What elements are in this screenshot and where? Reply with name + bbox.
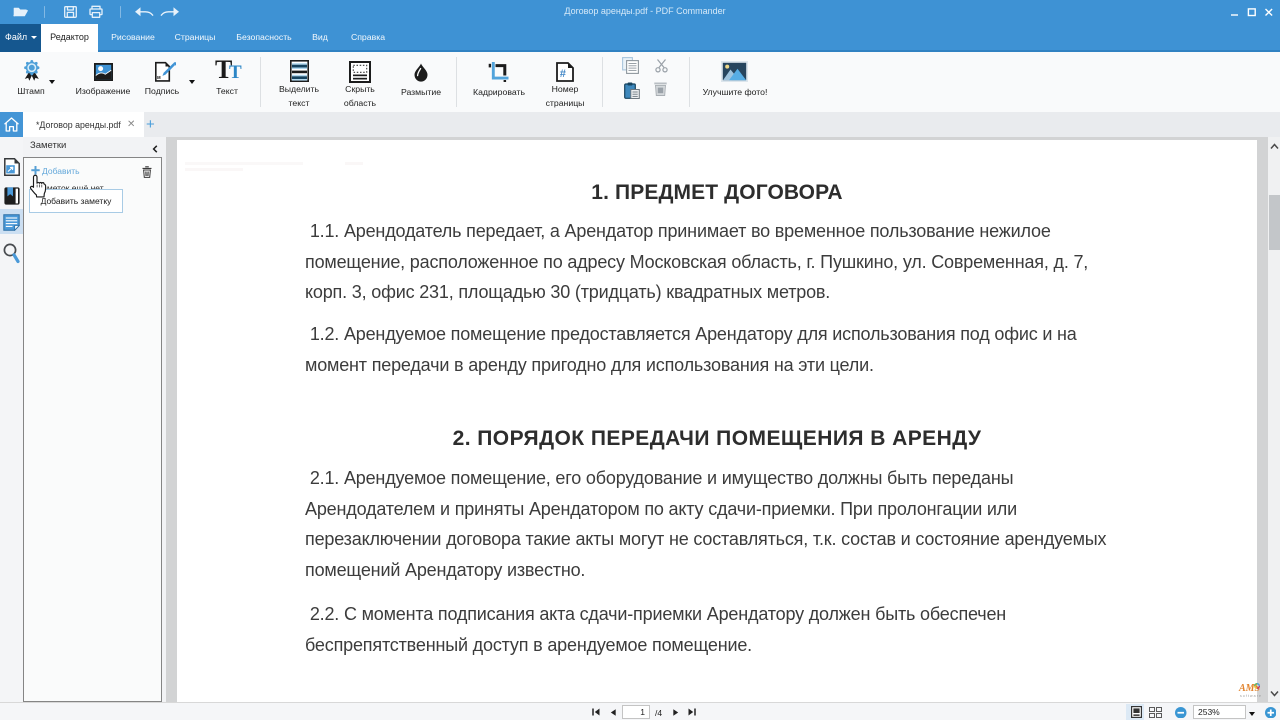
svg-text:м: м — [157, 75, 161, 81]
svg-text:#: # — [560, 68, 567, 80]
